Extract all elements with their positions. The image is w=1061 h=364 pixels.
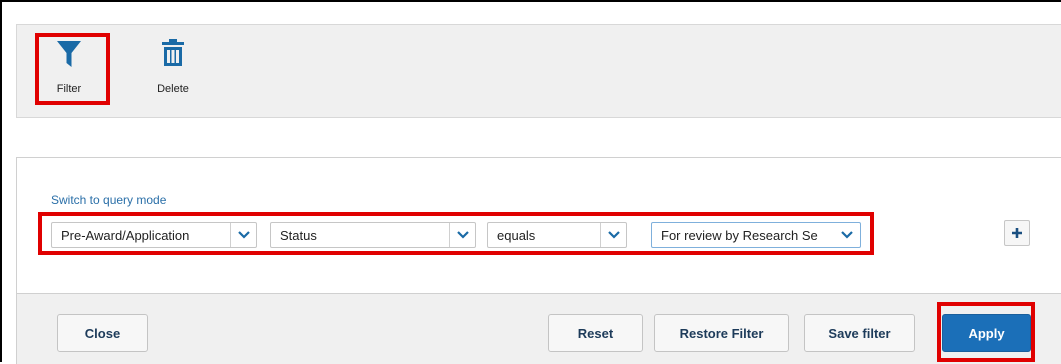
module-select[interactable]: Pre-Award/Application — [51, 222, 257, 248]
operator-select[interactable]: equals — [487, 222, 627, 248]
close-button[interactable]: Close — [57, 314, 148, 352]
filter-icon — [57, 41, 81, 67]
module-select-value: Pre-Award/Application — [61, 228, 190, 243]
toolbar: Filter Delete — [16, 24, 1061, 118]
value-select[interactable]: For review by Research Se — [651, 222, 861, 248]
operator-select-value: equals — [497, 228, 536, 243]
restore-filter-button[interactable]: Restore Filter — [654, 314, 789, 352]
delete-toolbar-button[interactable]: Delete — [143, 25, 203, 119]
window-frame: Filter Delete Switch to query mode Pre-A… — [0, 0, 1061, 364]
reset-button[interactable]: Reset — [548, 314, 643, 352]
filter-toolbar-button[interactable]: Filter — [39, 25, 99, 119]
chevron-down-icon — [600, 223, 626, 247]
footer-bar: Close Reset Restore Filter Save filter A… — [16, 293, 1061, 364]
chevron-down-icon — [449, 223, 475, 247]
value-select-value: For review by Research Se — [661, 228, 818, 243]
filter-panel: Switch to query mode Pre-Award/Applicati… — [16, 157, 1061, 293]
field-select-value: Status — [280, 228, 317, 243]
chevron-down-icon — [834, 223, 860, 247]
trash-icon — [162, 39, 184, 66]
chevron-down-icon — [230, 223, 256, 247]
apply-button[interactable]: Apply — [942, 314, 1031, 352]
plus-icon — [1012, 228, 1022, 238]
filter-label: Filter — [56, 83, 82, 95]
save-filter-button[interactable]: Save filter — [804, 314, 915, 352]
field-select[interactable]: Status — [270, 222, 476, 248]
switch-query-mode-link[interactable]: Switch to query mode — [51, 193, 166, 207]
add-condition-button[interactable] — [1004, 220, 1030, 246]
delete-label: Delete — [157, 83, 189, 95]
